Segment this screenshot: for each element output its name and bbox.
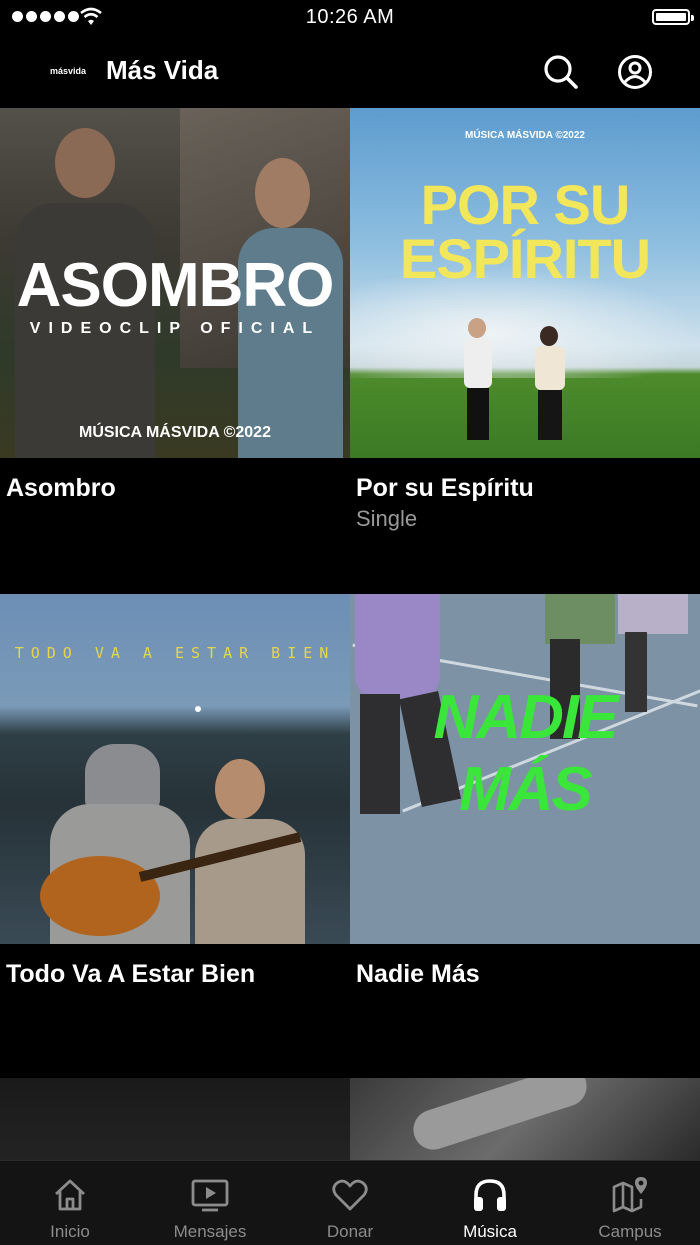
art-top-text: MÚSICA MÁSVIDA ©2022 [465, 130, 585, 141]
tab-musica[interactable]: Música [420, 1161, 560, 1245]
album-title: Por su Espíritu [356, 474, 534, 502]
tab-mensajes[interactable]: Mensajes [140, 1161, 280, 1245]
home-icon [55, 1179, 85, 1211]
tab-label: Campus [598, 1222, 662, 1241]
profile-button[interactable] [615, 52, 655, 92]
art-title-line2: MÁS [459, 755, 593, 824]
art-subtitle: VIDEOCLIP OFICIAL [29, 320, 321, 337]
status-time: 10:26 AM [305, 6, 395, 28]
search-icon [544, 55, 578, 89]
tab-donar[interactable]: Donar [280, 1161, 420, 1245]
user-circle-icon [618, 55, 652, 89]
album-art [350, 1078, 700, 1160]
album-title: Asombro [6, 474, 116, 502]
album-art [0, 1078, 350, 1160]
art-title: ASOMBRO [16, 251, 335, 320]
art-title-line1: NADIE [433, 683, 619, 752]
art-footer: MÚSICA MÁSVIDA ©2022 [79, 424, 271, 441]
album-card-por-su-espiritu[interactable]: MÚSICA MÁSVIDA ©2022 POR SU ESPÍRITU Por… [350, 108, 700, 531]
battery-icon [652, 9, 694, 25]
page-title: Más Vida [106, 55, 219, 85]
album-subtitle: Single [356, 506, 418, 531]
album-title: Todo Va A Estar Bien [6, 960, 256, 988]
app-logo: másvida [50, 66, 87, 76]
map-pin-icon [612, 1177, 647, 1213]
album-card-partial[interactable] [0, 1078, 350, 1160]
status-bar: 10:26 AM [0, 0, 700, 36]
tab-campus[interactable]: Campus [560, 1161, 700, 1245]
album-card-partial[interactable] [350, 1078, 700, 1160]
album-card-asombro[interactable]: ASOMBRO VIDEOCLIP OFICIAL MÚSICA MÁSVIDA… [0, 108, 350, 502]
tab-inicio[interactable]: Inicio [0, 1161, 140, 1245]
tab-label: Inicio [50, 1222, 90, 1241]
album-art: TODO VA A ESTAR BIEN [0, 594, 350, 944]
tab-label: Música [463, 1222, 517, 1241]
heart-icon [332, 1179, 368, 1211]
search-button[interactable] [541, 52, 581, 92]
album-art: MÚSICA MÁSVIDA ©2022 POR SU ESPÍRITU [350, 108, 700, 458]
album-card-todo-va-a-estar-bien[interactable]: TODO VA A ESTAR BIEN Todo Va A Estar Bie… [0, 594, 350, 988]
art-title-line2: ESPÍRITU [399, 227, 651, 290]
album-art: NADIE MÁS [350, 594, 700, 944]
art-title: TODO VA A ESTAR BIEN [14, 644, 336, 662]
album-card-nadie-mas[interactable]: NADIE MÁS Nadie Más [350, 594, 700, 988]
tv-play-icon [191, 1179, 229, 1212]
album-art: ASOMBRO VIDEOCLIP OFICIAL MÚSICA MÁSVIDA… [0, 108, 350, 458]
tab-bar: Inicio Mensajes Donar Música Campus [0, 1160, 700, 1245]
app-header: másvida Más Vida [0, 36, 700, 108]
headphones-icon [474, 1179, 506, 1211]
tab-label: Donar [326, 1222, 374, 1241]
tab-label: Mensajes [173, 1222, 247, 1241]
album-title: Nadie Más [356, 960, 480, 988]
